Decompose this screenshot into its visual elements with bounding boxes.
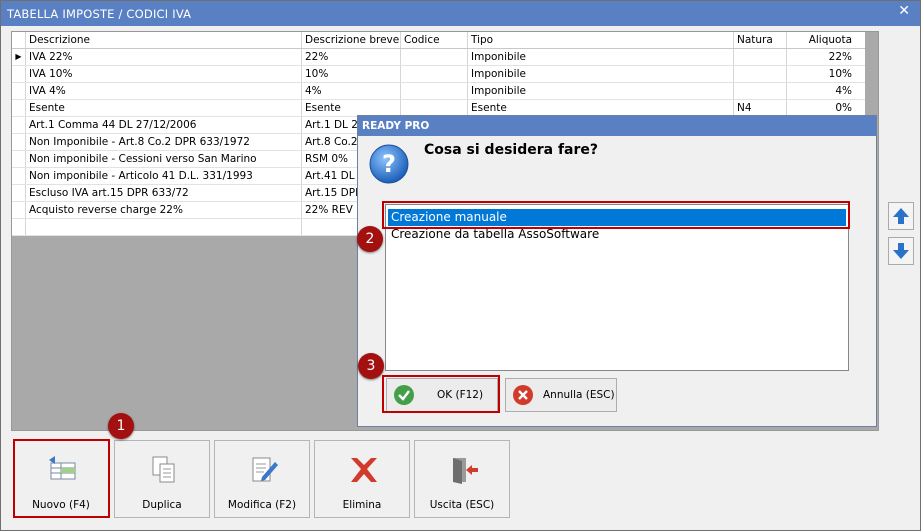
cell-natura bbox=[733, 49, 786, 65]
cell-descrizione: Art.1 Comma 44 DL 27/12/2006 bbox=[25, 117, 301, 133]
cell-natura: N4 bbox=[733, 100, 786, 116]
current-row-indicator-icon: ▶ bbox=[15, 52, 22, 61]
column-header-tipo[interactable]: Tipo bbox=[467, 32, 733, 48]
column-header-aliquota[interactable]: Aliquota bbox=[786, 32, 855, 48]
cell-aliquota: 0% bbox=[786, 100, 855, 116]
cell-descrizione: Esente bbox=[25, 100, 301, 116]
cell-breve: 4% bbox=[301, 83, 400, 99]
table-row[interactable]: IVA 4% 4% Imponibile 4% bbox=[12, 83, 865, 100]
table-header: Descrizione Descrizione breve Codice Tip… bbox=[12, 32, 865, 49]
step-badge-2: 2 bbox=[357, 226, 383, 252]
cell-codice bbox=[400, 100, 467, 116]
cell-breve: 10% bbox=[301, 66, 400, 82]
cell-codice bbox=[400, 83, 467, 99]
cell-descrizione: IVA 4% bbox=[25, 83, 301, 99]
cell-codice bbox=[400, 49, 467, 65]
cell-natura bbox=[733, 66, 786, 82]
row-indicator bbox=[12, 219, 25, 235]
edit-button[interactable]: Modifica (F2) bbox=[214, 440, 310, 518]
edit-button-label: Modifica (F2) bbox=[227, 499, 297, 511]
cell-descrizione: IVA 22% bbox=[25, 49, 301, 65]
cell-natura bbox=[733, 83, 786, 99]
close-icon[interactable]: ✕ bbox=[898, 3, 910, 19]
cell-descrizione: Acquisto reverse charge 22% bbox=[25, 202, 301, 218]
cell-tipo: Imponibile bbox=[467, 49, 733, 65]
exit-button[interactable]: Uscita (ESC) bbox=[414, 440, 510, 518]
row-indicator bbox=[12, 202, 25, 218]
exit-button-label: Uscita (ESC) bbox=[429, 499, 495, 511]
row-indicator bbox=[12, 168, 25, 184]
cell-aliquota: 4% bbox=[786, 83, 855, 99]
question-icon: ? bbox=[368, 143, 410, 188]
dialog-question: Cosa si desidera fare? bbox=[424, 142, 599, 158]
move-down-button[interactable] bbox=[888, 237, 914, 265]
row-indicator bbox=[12, 66, 25, 82]
row-indicator bbox=[12, 185, 25, 201]
highlight-new-button bbox=[13, 439, 110, 518]
cell-codice bbox=[400, 66, 467, 82]
cancel-button[interactable]: Annulla (ESC) bbox=[505, 378, 617, 412]
row-indicator bbox=[12, 151, 25, 167]
duplicate-button-label: Duplica bbox=[142, 499, 182, 511]
delete-icon bbox=[348, 455, 380, 488]
table-row[interactable]: IVA 10% 10% Imponibile 10% bbox=[12, 66, 865, 83]
cancel-icon bbox=[512, 384, 534, 409]
cell-tipo: Imponibile bbox=[467, 66, 733, 82]
delete-button-label: Elimina bbox=[342, 499, 382, 511]
cancel-button-label: Annulla (ESC) bbox=[543, 389, 615, 401]
highlight-ok-button bbox=[382, 375, 500, 413]
row-indicator bbox=[12, 134, 25, 150]
svg-text:?: ? bbox=[382, 150, 396, 178]
column-header-codice[interactable]: Codice bbox=[400, 32, 467, 48]
cell-descrizione: Non imponibile - Articolo 41 D.L. 331/19… bbox=[25, 168, 301, 184]
main-window: TABELLA IMPOSTE / CODICI IVA ✕ Descrizio… bbox=[0, 0, 921, 531]
duplicate-icon bbox=[148, 455, 180, 488]
step-badge-1: 1 bbox=[108, 413, 134, 439]
window-title: TABELLA IMPOSTE / CODICI IVA bbox=[7, 7, 192, 21]
table-row[interactable]: ▶ IVA 22% 22% Imponibile 22% bbox=[12, 49, 865, 66]
dialog-title-bar: READY PRO bbox=[358, 116, 876, 136]
exit-icon bbox=[448, 455, 480, 488]
duplicate-button[interactable]: Duplica bbox=[114, 440, 210, 518]
highlight-manual-option bbox=[382, 201, 850, 229]
cell-tipo: Esente bbox=[467, 100, 733, 116]
row-indicator bbox=[12, 100, 25, 116]
delete-button[interactable]: Elimina bbox=[314, 440, 410, 518]
row-indicator bbox=[12, 117, 25, 133]
cell-descrizione: Escluso IVA art.15 DPR 633/72 bbox=[25, 185, 301, 201]
cell-descrizione: IVA 10% bbox=[25, 66, 301, 82]
move-up-button[interactable] bbox=[888, 202, 914, 230]
cell-breve: Esente bbox=[301, 100, 400, 116]
column-header-natura[interactable]: Natura bbox=[733, 32, 786, 48]
column-header-descrizione[interactable]: Descrizione bbox=[25, 32, 301, 48]
cell-descrizione bbox=[25, 219, 301, 235]
creation-options-list: Creazione manuale Creazione da tabella A… bbox=[385, 204, 849, 371]
column-header-descrizione-breve[interactable]: Descrizione breve bbox=[301, 32, 400, 48]
title-bar: TABELLA IMPOSTE / CODICI IVA ✕ bbox=[1, 1, 920, 26]
header-indicator bbox=[12, 32, 25, 48]
cell-tipo: Imponibile bbox=[467, 83, 733, 99]
step-badge-3: 3 bbox=[358, 353, 384, 379]
dialog-title: READY PRO bbox=[362, 120, 430, 132]
cell-aliquota: 10% bbox=[786, 66, 855, 82]
cell-breve: 22% bbox=[301, 49, 400, 65]
edit-icon bbox=[248, 455, 280, 488]
row-indicator bbox=[12, 83, 25, 99]
cell-descrizione: Non imponibile - Cessioni verso San Mari… bbox=[25, 151, 301, 167]
cell-descrizione: Non Imponibile - Art.8 Co.2 DPR 633/1972 bbox=[25, 134, 301, 150]
cell-aliquota: 22% bbox=[786, 49, 855, 65]
